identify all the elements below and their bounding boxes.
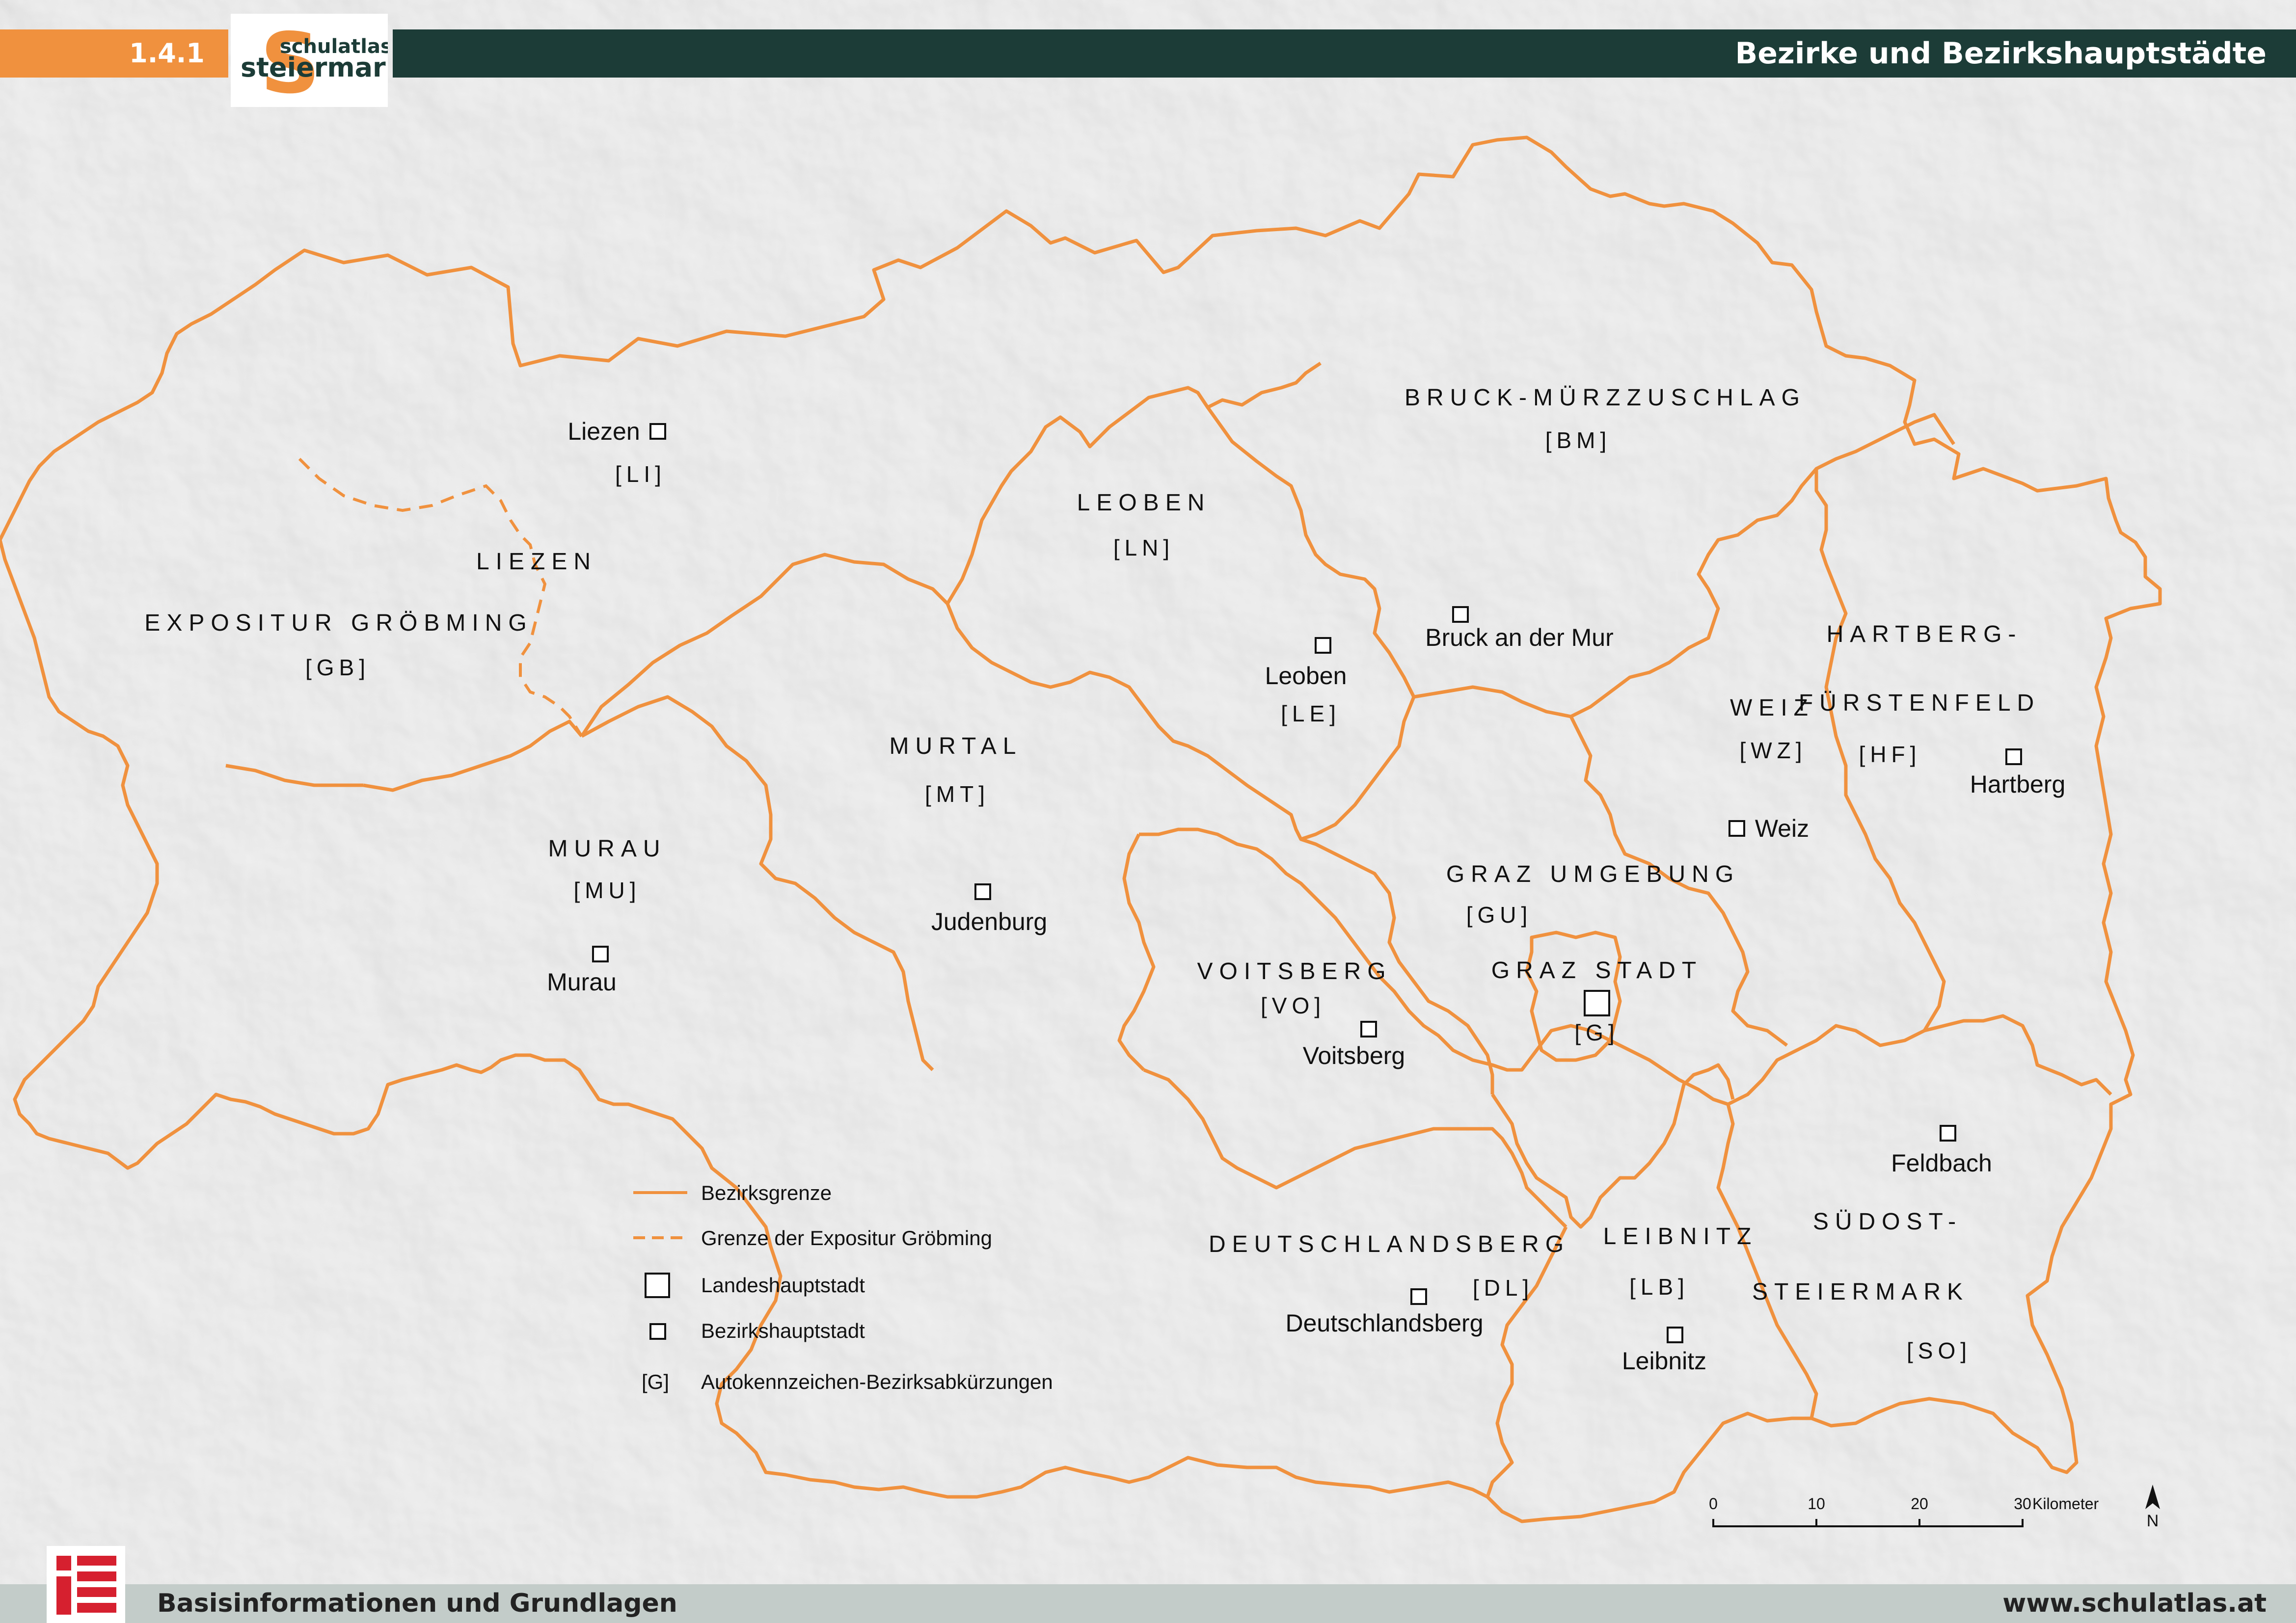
- district-code-dl: [DL]: [1473, 1275, 1534, 1301]
- district-name-g: GRAZ STADT: [1491, 958, 1702, 984]
- district-name-mu: MURAU: [548, 836, 667, 862]
- city-label-murau: Murau: [547, 968, 617, 996]
- district-name-bm: BRUCK-MÜRZZUSCHLAG: [1405, 385, 1806, 411]
- district-code-le: [LE]: [1281, 701, 1341, 726]
- district-code-mu: [MU]: [573, 878, 641, 903]
- map-page: BRUCK-MÜRZZUSCHLAG [BM] [LI] LEOBEN [LN]…: [0, 0, 2296, 1623]
- district-name-li: LIEZEN: [476, 549, 597, 575]
- legend-district-capital-text: Bezirkshauptstadt: [701, 1319, 865, 1342]
- marker-liezen: [649, 423, 666, 440]
- page-title: Bezirke und Bezirkshauptstädte: [1735, 36, 2267, 71]
- legend-expositur-text: Grenze der Expositur Gröbming: [701, 1226, 992, 1250]
- district-code-hf: [HF]: [1859, 742, 1921, 767]
- district-name-hf2: FÜRSTENFELD: [1799, 690, 2040, 716]
- district-name-hf: HARTBERG-: [1827, 621, 2023, 647]
- district-code-ln: [LN]: [1113, 535, 1174, 560]
- city-label-weiz: Weiz: [1755, 815, 1809, 842]
- marker-deutschlandsberg: [1410, 1288, 1427, 1305]
- city-label-bruck: Bruck an der Mur: [1425, 624, 1613, 651]
- section-code: 1.4.1: [129, 38, 205, 69]
- city-label-leoben: Leoben: [1265, 662, 1347, 690]
- district-code-lb: [LB]: [1629, 1274, 1689, 1300]
- city-label-leibnitz: Leibnitz: [1622, 1347, 1706, 1375]
- marker-judenburg: [974, 883, 991, 900]
- legend-district-capital-marker: [649, 1323, 666, 1340]
- marker-voitsberg: [1360, 1021, 1377, 1038]
- district-name-gb: EXPOSITUR GRÖBMING: [144, 610, 533, 636]
- district-code-g: [G]: [1574, 1020, 1619, 1045]
- city-label-judenburg: Judenburg: [931, 908, 1047, 935]
- city-label-liezen: Liezen: [567, 418, 640, 445]
- district-name-gu: GRAZ UMGEBUNG: [1446, 861, 1740, 887]
- scale-label-20: 20: [1911, 1495, 1928, 1513]
- marker-hartberg: [2005, 748, 2022, 765]
- marker-graz: [1584, 990, 1610, 1016]
- city-label-deutschlandsberg: Deutschlandsberg: [1285, 1309, 1483, 1337]
- district-code-mt: [MT]: [925, 781, 990, 807]
- scale-label-30: 30: [2014, 1495, 2031, 1513]
- district-name-dl: DEUTSCHLANDSBERG: [1209, 1231, 1570, 1257]
- district-code-so: [SO]: [1907, 1338, 1972, 1363]
- district-code-wz: [WZ]: [1739, 738, 1807, 763]
- district-name-so2: STEIERMARK: [1752, 1279, 1969, 1305]
- district-name-vo: VOITSBERG: [1197, 958, 1392, 984]
- district-code-bm: [BM]: [1545, 427, 1612, 453]
- district-code-gu: [GU]: [1466, 902, 1533, 928]
- city-label-hartberg: Hartberg: [1970, 771, 2066, 798]
- district-code-gb: [GB]: [305, 655, 370, 680]
- city-label-voitsberg: Voitsberg: [1303, 1042, 1405, 1069]
- footer-website-link[interactable]: www.schulatlas.at: [2002, 1584, 2267, 1623]
- district-name-lb: LEIBNITZ: [1603, 1224, 1758, 1250]
- district-name-mt: MURTAL: [890, 733, 1023, 759]
- legend-capital-text: Landeshauptstadt: [701, 1274, 865, 1297]
- scale-unit: Kilometer: [2032, 1495, 2099, 1513]
- svg-text:steiermark: steiermark: [241, 52, 388, 83]
- svg-text:N: N: [2147, 1512, 2159, 1530]
- scale-label-10: 10: [1808, 1495, 1825, 1513]
- legend-code-sample: [G]: [642, 1370, 669, 1393]
- marker-weiz: [1729, 820, 1745, 837]
- marker-bruck: [1452, 606, 1469, 623]
- legend-capital-marker: [645, 1273, 670, 1298]
- footer-section-title: Basisinformationen und Grundlagen: [157, 1589, 677, 1618]
- district-name-ln: LEOBEN: [1077, 490, 1211, 516]
- district-code-vo: [VO]: [1261, 993, 1325, 1018]
- marker-murau: [592, 946, 609, 962]
- map: BRUCK-MÜRZZUSCHLAG [BM] [LI] LEOBEN [LN]…: [0, 0, 2296, 1623]
- schulatlas-logo[interactable]: S schulatlas steiermark: [231, 14, 388, 107]
- marker-feldbach: [1940, 1125, 1956, 1142]
- info-icon: [47, 1546, 125, 1623]
- marker-leibnitz: [1667, 1327, 1683, 1343]
- district-code-li: [LI]: [615, 461, 666, 487]
- city-label-feldbach: Feldbach: [1891, 1149, 1992, 1177]
- marker-leoben: [1315, 637, 1331, 654]
- scale-label-0: 0: [1709, 1495, 1718, 1513]
- relief-shading: [0, 0, 2296, 1623]
- legend-code-text: Autokennzeichen-Bezirksabkürzungen: [701, 1370, 1053, 1393]
- legend-border-text: Bezirksgrenze: [701, 1181, 832, 1204]
- district-name-so: SÜDOST-: [1813, 1209, 1962, 1235]
